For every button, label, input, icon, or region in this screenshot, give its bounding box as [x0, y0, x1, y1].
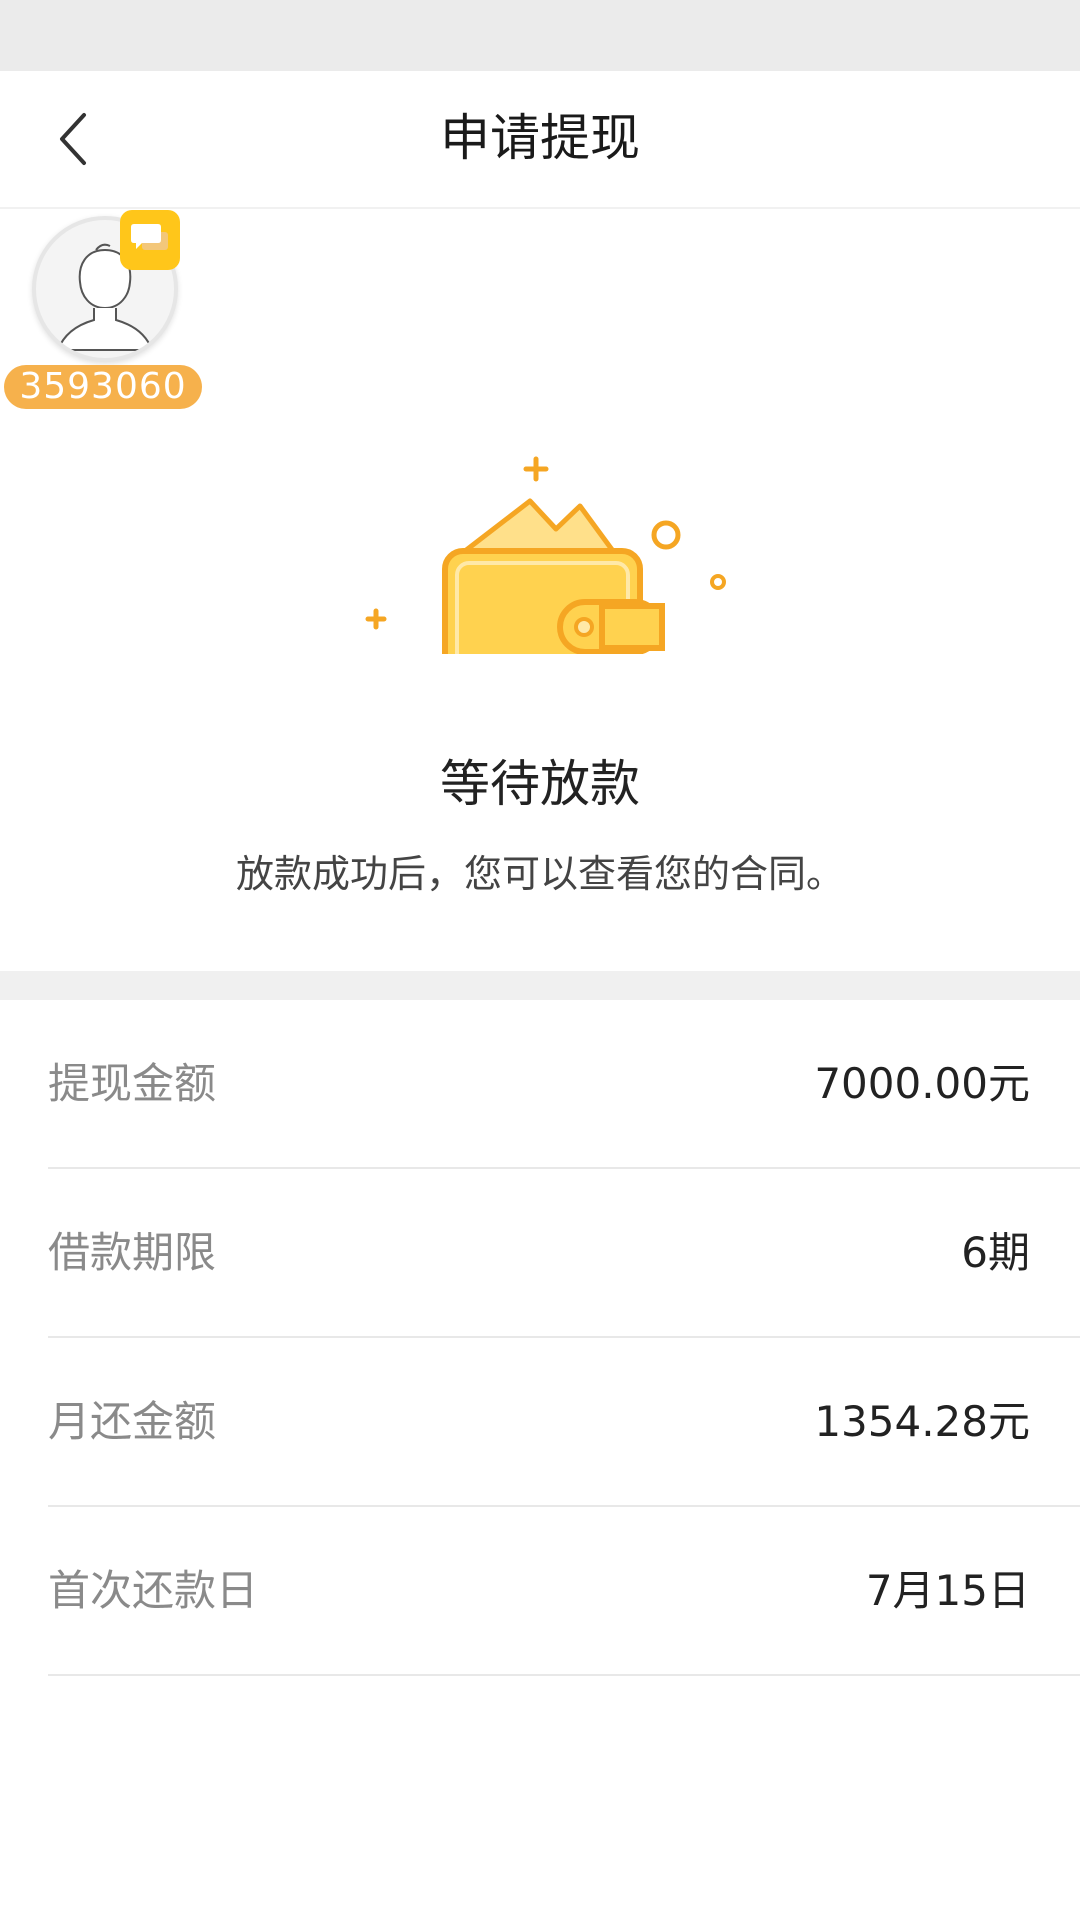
withdrawal-details: 提现金额 7000.00元 借款期限 6期 月还金额 1354.28元 首次还款… [0, 1000, 1080, 1676]
status-subtitle: 放款成功后，您可以查看您的合同。 [235, 852, 844, 896]
detail-row-amount: 提现金额 7000.00元 [48, 1000, 1080, 1169]
status-title: 等待放款 [440, 755, 640, 813]
detail-row-first-repayment-date: 首次还款日 7月15日 [48, 1507, 1080, 1676]
wallet-icon [365, 456, 726, 654]
detail-value: 7月15日 [865, 1566, 1030, 1615]
detail-label: 借款期限 [48, 1228, 217, 1277]
detail-row-monthly-payment: 月还金额 1354.28元 [48, 1338, 1080, 1507]
section-divider [0, 971, 1080, 1000]
detail-label: 首次还款日 [48, 1566, 259, 1615]
nav-bar: 申请提现 [0, 71, 1080, 209]
page-title: 申请提现 [440, 109, 640, 167]
user-id-label: 3593060 [4, 365, 202, 409]
detail-value: 1354.28元 [814, 1397, 1030, 1446]
chat-bubble-icon [131, 224, 168, 250]
chat-badge[interactable] [120, 210, 180, 270]
detail-row-term: 借款期限 6期 [48, 1169, 1080, 1338]
detail-label: 月还金额 [48, 1397, 217, 1446]
detail-label: 提现金额 [48, 1059, 217, 1108]
status-bar [0, 0, 1080, 71]
floating-service-widget[interactable]: 3593060 [4, 210, 204, 410]
detail-value: 6期 [961, 1228, 1030, 1277]
detail-value: 7000.00元 [814, 1059, 1030, 1108]
